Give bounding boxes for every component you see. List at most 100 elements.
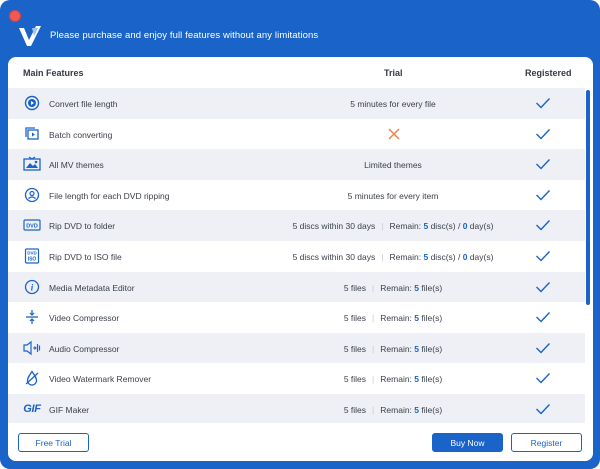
footer: Free Trial Buy Now Register: [8, 423, 593, 461]
header-title: Please purchase and enjoy full features …: [50, 30, 319, 41]
dvd-folder-icon: DVD: [23, 218, 41, 232]
feature-icon-wrap: i: [23, 279, 41, 295]
trial-limit: 5 files: [343, 313, 367, 324]
check-icon: [536, 281, 551, 293]
table-row: Video Watermark Remover 5 files | Remain: 5…: [8, 363, 585, 394]
feature-name: All MV themes: [49, 160, 104, 171]
watermark-remove-icon: [24, 370, 40, 386]
feature-name: Rip DVD to folder: [49, 221, 116, 232]
feature-name: Convert file length: [49, 99, 118, 109]
remain-unit: file(s): [419, 282, 443, 293]
feature-name: File length for each DVD ripping: [49, 190, 170, 201]
trial-separator: |: [372, 343, 375, 354]
check-icon: [536, 189, 551, 201]
col-main-features: Main Features: [23, 68, 84, 78]
check-icon: [536, 98, 551, 109]
features-panel: Main Features Trial Registered Convert f…: [8, 57, 593, 461]
table-row: Audio Compressor 5 files | Remain: 5 file(s…: [8, 332, 585, 364]
check-icon: [536, 128, 551, 140]
buy-now-button[interactable]: Buy Now: [432, 433, 503, 452]
features-table: Convert file length 5 minutes for every f…: [8, 88, 585, 425]
scroll-thumb[interactable]: [586, 90, 590, 305]
trial-limit: 5 discs within 30 days: [292, 251, 376, 262]
trial-value: 5 minutes for every item: [347, 190, 439, 201]
feature-name: Video Watermark Remover: [49, 374, 152, 385]
remain-label: Remain:: [380, 313, 415, 324]
trial-limit: 5 files: [343, 343, 367, 354]
check-icon: [536, 220, 551, 231]
feature-name: Rip DVD to ISO file: [49, 251, 122, 262]
info-icon: i: [24, 279, 40, 295]
register-button[interactable]: Register: [511, 433, 582, 452]
table-row: GIF GIF Maker 5 files | Remain: 5 file(s): [8, 393, 585, 425]
table-header: Main Features Trial Registered: [8, 57, 593, 88]
mv-theme-icon: [23, 156, 41, 172]
trial-value: 5 minutes for every file: [350, 99, 436, 109]
svg-text:DVD: DVD: [26, 224, 38, 230]
svg-text:ISO: ISO: [28, 256, 37, 262]
trial-value: 5 files | Remain: 5 file(s): [248, 313, 538, 323]
remain-unit: day(s): [467, 221, 494, 232]
close-window-button[interactable]: [9, 10, 21, 22]
remain-mid: disc(s) /: [428, 251, 463, 262]
batch-icon: [24, 126, 40, 142]
check-icon: [536, 403, 551, 415]
trial-separator: |: [372, 374, 375, 385]
feature-icon-wrap: [23, 309, 41, 325]
table-row: Batch converting: [8, 119, 585, 150]
remain-label: Remain:: [389, 221, 424, 232]
free-trial-button[interactable]: Free Trial: [18, 433, 89, 452]
app-logo-icon: [19, 26, 41, 46]
feature-name: Audio Compressor: [49, 343, 120, 354]
trial-limit: 5 files: [343, 374, 367, 385]
trial-limit: 5 files: [343, 404, 367, 415]
feature-icon-wrap: [23, 187, 41, 203]
play-circle-icon: [24, 95, 40, 111]
col-trial: Trial: [384, 68, 403, 78]
trial-limit: 5 files: [343, 282, 367, 293]
remain-unit: file(s): [419, 313, 443, 324]
purchase-window: Please purchase and enjoy full features …: [0, 0, 600, 469]
table-row: File length for each DVD ripping 5 minute…: [8, 180, 585, 211]
remain-label: Remain:: [380, 343, 415, 354]
check-icon: [536, 373, 551, 384]
trial-separator: |: [372, 404, 375, 415]
table-row: DVD Rip DVD to folder 5 discs within 30 da…: [8, 210, 585, 241]
table-row: All MV themes Limited themes: [8, 149, 585, 180]
feature-icon-wrap: [23, 156, 41, 172]
feature-name: Batch converting: [49, 129, 113, 140]
gif-icon: GIF: [23, 402, 41, 415]
check-icon: [536, 342, 551, 354]
feature-icon-wrap: DVD ISO: [23, 248, 41, 264]
compress-icon: [24, 309, 40, 325]
remain-label: Remain:: [380, 282, 415, 293]
feature-icon-wrap: [23, 370, 41, 386]
dvd-iso-icon: DVD ISO: [24, 248, 40, 264]
remain-label: Remain:: [389, 251, 424, 262]
table-row: Video Compressor 5 files | Remain: 5 file(s…: [8, 302, 585, 333]
check-icon: [536, 159, 551, 170]
remain-unit: file(s): [419, 343, 443, 354]
trial-separator: |: [381, 251, 384, 262]
trial-value: 5 discs within 30 days | Remain: 5 disc(s)…: [248, 252, 538, 262]
audio-compress-icon: [22, 340, 42, 356]
remain-label: Remain:: [380, 374, 415, 385]
table-row: DVD ISO Rip DVD to ISO file 5 discs within …: [8, 241, 585, 272]
trial-value: Limited themes: [364, 160, 422, 171]
remain-unit: file(s): [419, 374, 443, 385]
svg-text:i: i: [31, 282, 34, 292]
remain-label: Remain:: [380, 404, 415, 415]
trial-value: 5 files | Remain: 5 file(s): [248, 405, 538, 415]
table-row: i Media Metadata Editor 5 files | Remain: 5 …: [8, 271, 585, 303]
feature-icon-wrap: [23, 126, 41, 142]
dvd-disc-icon: [24, 187, 40, 203]
feature-name: Media Metadata Editor: [49, 282, 135, 293]
trial-separator: |: [372, 282, 375, 293]
cross-icon: [388, 128, 400, 140]
feature-icon-wrap: [23, 95, 41, 111]
check-icon: [536, 312, 551, 323]
trial-limit: 5 discs within 30 days: [292, 221, 376, 232]
feature-icon-wrap: GIF: [23, 401, 41, 417]
table-row: Convert file length 5 minutes for every f…: [8, 88, 585, 119]
scrollbar[interactable]: [585, 88, 593, 423]
